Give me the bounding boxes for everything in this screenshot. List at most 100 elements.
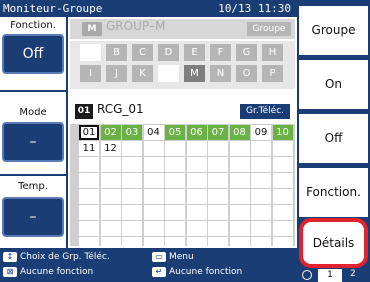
unit-cell[interactable]: [122, 173, 142, 188]
unit-cell[interactable]: [186, 205, 207, 220]
unit-cell[interactable]: [100, 173, 121, 188]
unit-cell[interactable]: 05: [165, 125, 185, 140]
unit-cell[interactable]: [208, 141, 228, 156]
unit-cell[interactable]: 03: [122, 125, 142, 140]
unit-cell[interactable]: [100, 157, 121, 172]
unit-cell[interactable]: [251, 221, 271, 236]
unit-cell[interactable]: [208, 221, 228, 236]
unit-cell[interactable]: [251, 205, 271, 220]
unit-cell[interactable]: [186, 141, 207, 156]
unit-cell[interactable]: [143, 221, 164, 236]
unit-cell[interactable]: [79, 221, 99, 236]
unit-cell[interactable]: [165, 173, 185, 188]
unit-cell[interactable]: [229, 205, 250, 220]
unit-cell[interactable]: [165, 189, 185, 204]
unit-cell[interactable]: 11: [79, 141, 99, 156]
group-letter-cell[interactable]: P: [262, 65, 283, 82]
group-letter-cell[interactable]: [158, 65, 179, 82]
group-letter-cell[interactable]: J: [106, 65, 127, 82]
unit-cell[interactable]: [208, 189, 228, 204]
page-1[interactable]: 1: [318, 269, 342, 282]
unit-cell[interactable]: [186, 221, 207, 236]
unit-cell[interactable]: [272, 173, 293, 188]
unit-cell[interactable]: [272, 189, 293, 204]
temp-button[interactable]: –: [2, 197, 64, 237]
unit-cell[interactable]: [143, 205, 164, 220]
unit-cell[interactable]: 04: [143, 125, 164, 140]
fonction-label: Fonction.: [10, 20, 56, 31]
group-badge: M: [82, 22, 102, 36]
group-letter-cell[interactable]: E: [184, 44, 205, 61]
unit-cell[interactable]: [186, 157, 207, 172]
unit-cell[interactable]: 08: [229, 125, 250, 140]
unit-cell[interactable]: [143, 189, 164, 204]
unit-cell[interactable]: [251, 173, 271, 188]
unit-cell[interactable]: [229, 189, 250, 204]
unit-cell[interactable]: [208, 157, 228, 172]
unit-cell[interactable]: [79, 189, 99, 204]
unit-cell[interactable]: [122, 141, 142, 156]
page-2[interactable]: 2: [350, 269, 356, 279]
unit-cell[interactable]: [122, 189, 142, 204]
unit-cell[interactable]: [272, 141, 293, 156]
unit-cell[interactable]: 12: [100, 141, 121, 156]
unit-cell[interactable]: [186, 189, 207, 204]
group-letter-cell[interactable]: C: [132, 44, 153, 61]
unit-cell[interactable]: [122, 221, 142, 236]
unit-cell[interactable]: [100, 221, 121, 236]
unit-cell[interactable]: [100, 205, 121, 220]
unit-cell[interactable]: [143, 157, 164, 172]
unit-cell[interactable]: 06: [186, 125, 207, 140]
group-letter-cell[interactable]: F: [210, 44, 231, 61]
unit-cell[interactable]: [165, 141, 185, 156]
group-letter-cell[interactable]: B: [106, 44, 127, 61]
unit-cell[interactable]: [186, 173, 207, 188]
unit-cell[interactable]: [143, 173, 164, 188]
unit-cell[interactable]: [251, 157, 271, 172]
on-button[interactable]: On: [299, 60, 368, 109]
unit-cell[interactable]: 10: [272, 125, 293, 140]
unit-cell[interactable]: [229, 173, 250, 188]
group-letter-cell[interactable]: D: [158, 44, 179, 61]
mode-button[interactable]: –: [2, 122, 64, 162]
group-letter-cell[interactable]: G: [236, 44, 257, 61]
unit-cell[interactable]: 09: [251, 125, 271, 140]
group-letter-cell[interactable]: N: [210, 65, 231, 82]
unit-cell[interactable]: [208, 173, 228, 188]
fonction-menu-button[interactable]: Fonction.: [299, 168, 368, 217]
group-letter-cell[interactable]: [80, 44, 101, 61]
unit-cell[interactable]: [165, 205, 185, 220]
choose-group-hint: ↕ Choix de Grp. Téléc.: [3, 249, 110, 265]
unit-cell[interactable]: [100, 189, 121, 204]
group-letter-cell[interactable]: O: [236, 65, 257, 82]
unit-cell[interactable]: [229, 221, 250, 236]
unit-cell[interactable]: 02: [100, 125, 121, 140]
off-button[interactable]: Off: [299, 114, 368, 163]
unit-cell[interactable]: [165, 221, 185, 236]
unit-cell[interactable]: 01: [79, 125, 99, 140]
unit-cell[interactable]: [229, 141, 250, 156]
group-letter-cell[interactable]: I: [80, 65, 101, 82]
unit-cell[interactable]: [272, 205, 293, 220]
unit-cell[interactable]: 07: [208, 125, 228, 140]
unit-cell[interactable]: [165, 157, 185, 172]
unit-cell[interactable]: [251, 189, 271, 204]
group-letter-cell[interactable]: K: [132, 65, 153, 82]
unit-cell[interactable]: [143, 141, 164, 156]
group-letter-cell[interactable]: M: [184, 65, 205, 82]
page-indicator: 1 2: [300, 269, 370, 282]
group-letter-cell[interactable]: H: [262, 44, 283, 61]
unit-cell[interactable]: [79, 173, 99, 188]
unit-cell[interactable]: [79, 157, 99, 172]
groupe-button[interactable]: Groupe: [299, 6, 368, 55]
details-button[interactable]: Détails: [299, 218, 368, 268]
fonction-button[interactable]: Off: [2, 34, 64, 74]
unit-cell[interactable]: [208, 205, 228, 220]
unit-cell[interactable]: [122, 157, 142, 172]
unit-cell[interactable]: [272, 221, 293, 236]
unit-cell[interactable]: [251, 141, 271, 156]
unit-cell[interactable]: [229, 157, 250, 172]
unit-cell[interactable]: [79, 205, 99, 220]
unit-cell[interactable]: [272, 157, 293, 172]
unit-cell[interactable]: [122, 205, 142, 220]
